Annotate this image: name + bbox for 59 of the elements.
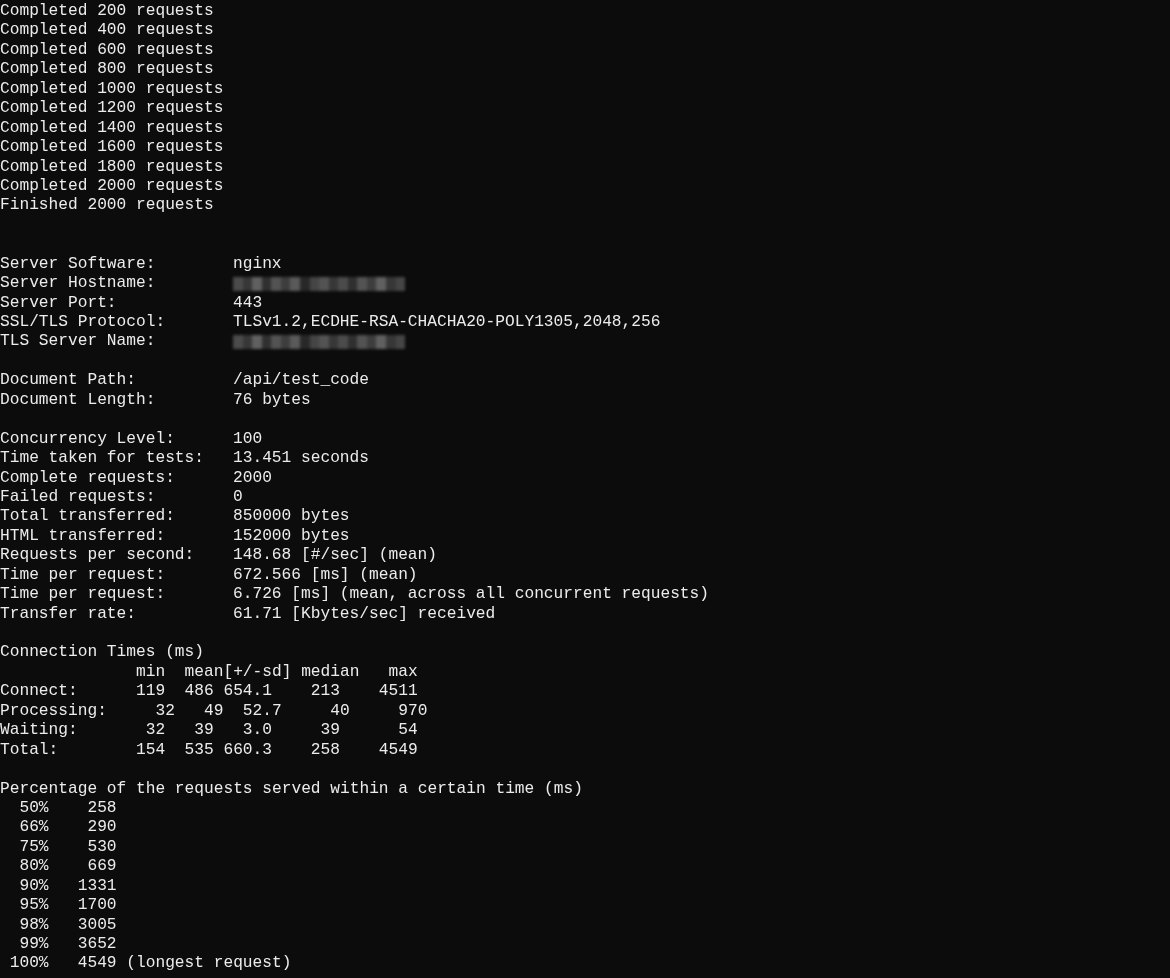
field-value: 61.71 [Kbytes/sec] received xyxy=(233,604,496,624)
field-label: Server Software: xyxy=(0,254,157,275)
field-label: Document Path: xyxy=(0,371,137,391)
field-value: 672.566 [ms] (mean) xyxy=(233,565,418,586)
output-line: Completed 1000 requests xyxy=(0,79,225,100)
field-value: 6.726 [ms] (mean, across all concurrent requests) xyxy=(233,585,709,605)
field-label: Failed requests: xyxy=(0,487,157,508)
field-label: Complete requests: xyxy=(0,468,176,488)
field-value: nginx xyxy=(233,254,282,275)
output-line: 100% 4549 (longest request) xyxy=(8,954,293,974)
output-line: Completed 400 requests xyxy=(0,21,215,41)
field-value: 13.451 seconds xyxy=(233,449,369,469)
field-value: 152000 bytes xyxy=(233,526,350,547)
output-line: Connect: 119 486 654.1 213 4511 xyxy=(0,682,419,702)
field-label: Requests per second: xyxy=(0,546,196,566)
output-line: Completed 1200 requests xyxy=(0,99,225,119)
field-label: SSL/TLS Protocol: xyxy=(0,313,167,333)
field-value: 100 xyxy=(233,429,263,450)
field-label: TLS Server Name: xyxy=(0,332,157,352)
field-value: TLSv1.2,ECDHE-RSA-CHACHA20-POLY1305,2048,256 xyxy=(233,313,661,333)
field-label: Concurrency Level: xyxy=(0,429,176,450)
field-label: Time per request: xyxy=(0,565,167,586)
output-line: Completed 1600 requests xyxy=(0,138,225,158)
output-line: Completed 200 requests xyxy=(0,2,215,22)
output-line: 98% 3005 xyxy=(18,915,118,935)
output-line: 95% 1700 xyxy=(18,896,118,916)
field-label: Time taken for tests: xyxy=(0,449,205,469)
output-line: Waiting: 32 39 3.0 39 54 xyxy=(0,721,419,741)
field-label: Document Length: xyxy=(0,390,157,411)
output-line: Total: 154 535 660.3 258 4549 xyxy=(0,740,419,761)
output-line: Completed 800 requests xyxy=(0,60,215,80)
output-line: Connection Times (ms) xyxy=(0,643,205,663)
field-label: Transfer rate: xyxy=(0,604,137,624)
output-line: min mean[+/-sd] median max xyxy=(135,662,419,683)
output-line: 90% 1331 xyxy=(18,876,118,897)
output-line: Processing: 32 49 52.7 40 970 xyxy=(0,701,429,722)
field-label: Total transferred: xyxy=(0,507,176,527)
field-label: Server Port: xyxy=(0,293,118,313)
field-label: Time per request: xyxy=(0,585,167,605)
field-value: 148.68 [#/sec] (mean) xyxy=(233,546,437,566)
output-line: 66% 290 xyxy=(18,818,118,838)
output-line: 99% 3652 xyxy=(18,935,118,955)
field-value: 443 xyxy=(233,293,263,313)
output-line: Completed 2000 requests xyxy=(0,176,225,197)
output-line: Finished 2000 requests xyxy=(0,196,215,216)
output-line: 80% 669 xyxy=(18,857,118,877)
output-line: Completed 1400 requests xyxy=(0,118,225,139)
field-value: /api/test_code xyxy=(233,371,369,391)
field-label: Server Hostname: xyxy=(0,274,157,294)
output-line: Completed 600 requests xyxy=(0,40,215,61)
field-label: HTML transferred: xyxy=(0,526,167,547)
output-line: Completed 1800 requests xyxy=(0,157,225,177)
field-value: 0 xyxy=(233,487,243,508)
output-line: 50% 258 xyxy=(18,798,118,819)
output-line: 75% 530 xyxy=(18,837,118,858)
field-value: 76 bytes xyxy=(233,390,311,411)
output-line: Percentage of the requests served within a certain time (ms) xyxy=(0,779,584,799)
field-value: 2000 xyxy=(233,468,272,488)
field-value: 850000 bytes xyxy=(233,507,350,527)
